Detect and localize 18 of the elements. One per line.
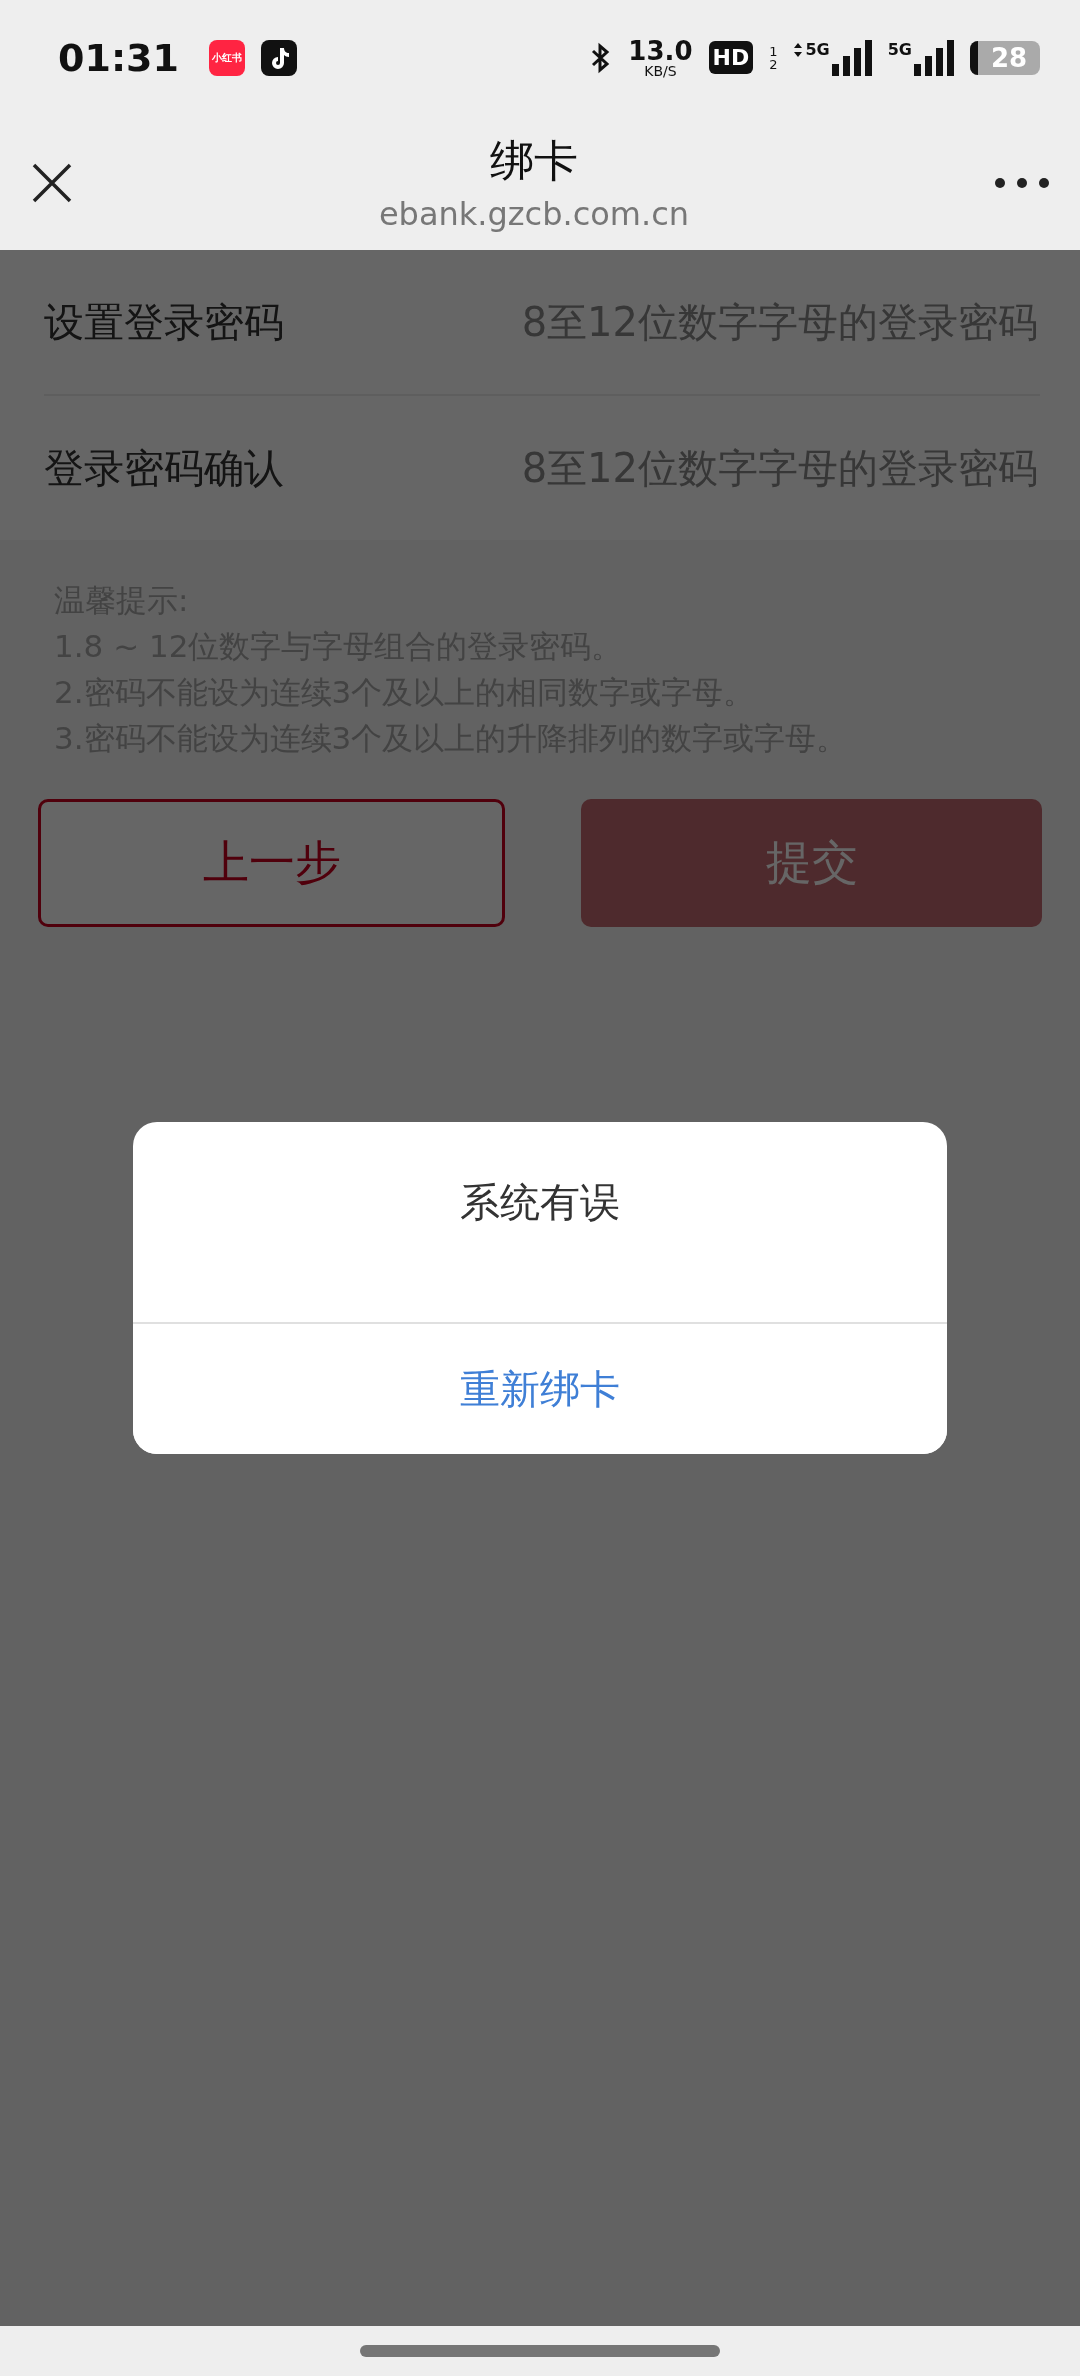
sim-number: 2 [769,57,778,71]
field-label: 登录密码确认 [44,443,284,493]
network-label: 5G [805,39,830,59]
status-time: 01:31 [58,35,179,80]
speed-value: 13.0 [628,37,693,64]
back-button[interactable]: 上一步 [38,799,505,928]
battery-icon: 28 [970,40,1040,75]
field-label: 设置登录密码 [44,297,284,347]
sim-number: 1 [769,44,778,58]
page-url: ebank.gzcb.com.cn [378,195,690,233]
hd-badge: HD [708,41,754,74]
app-icon: 小红书 [208,39,245,76]
page-title: 绑卡 [490,134,578,188]
speed-unit: KB/S [644,63,677,78]
signal-icon [831,39,872,76]
network-label: 5G [887,39,912,59]
signal-icon [914,39,954,76]
music-note-icon [260,39,297,76]
